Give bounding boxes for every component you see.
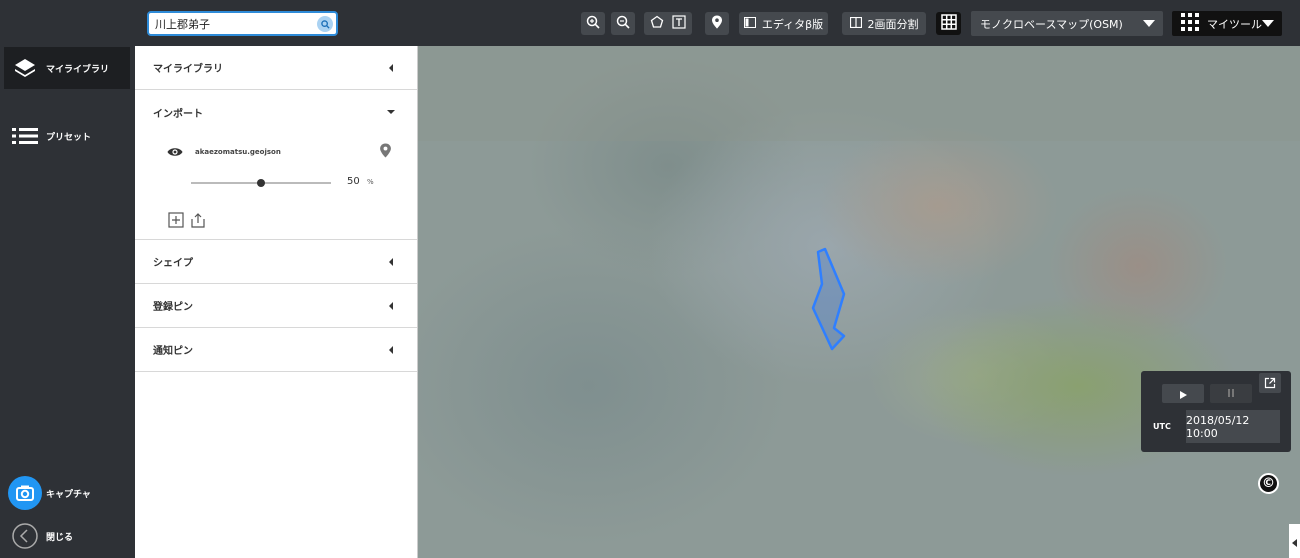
section-notification-pins[interactable]: 通知ピン — [135, 328, 417, 372]
zoom-out-icon — [616, 15, 630, 32]
datetime-display[interactable]: 2018/05/12 10:00 — [1186, 410, 1280, 443]
editor-beta-label: エディタβ版 — [761, 17, 824, 31]
opacity-value: 50 — [347, 176, 360, 187]
zoom-in-icon — [586, 15, 600, 32]
mytools-menu[interactable]: マイツール — [1172, 11, 1282, 36]
layer-row: akaezomatsu.geojson — [167, 142, 397, 162]
grid-icon — [940, 14, 957, 33]
pause-button[interactable] — [1210, 384, 1252, 403]
caret-left-icon — [389, 346, 393, 354]
caret-down-icon — [387, 110, 395, 114]
export-icon[interactable] — [190, 212, 206, 232]
section-title: 通知ピン — [153, 346, 193, 357]
caret-left-icon — [389, 302, 393, 310]
geojson-polygon — [811, 247, 846, 351]
split-screen-icon — [849, 16, 862, 31]
opacity-slider[interactable] — [191, 179, 331, 187]
text-box-icon[interactable] — [672, 15, 686, 32]
caret-left-icon — [389, 64, 393, 72]
basemap-label: モノクロベースマップ(OSM) — [980, 17, 1123, 31]
zoom-in-button[interactable] — [581, 12, 605, 35]
pause-icon — [1228, 388, 1234, 399]
utc-label: UTC — [1153, 422, 1171, 431]
section-title: 登録ピン — [153, 302, 193, 313]
section-registered-pins[interactable]: 登録ピン — [135, 284, 417, 328]
map-pin-icon[interactable] — [379, 142, 392, 163]
caret-down-icon — [1143, 20, 1155, 27]
nav-item-my-library[interactable]: マイライブラリ — [4, 47, 130, 89]
search-input[interactable] — [149, 13, 309, 35]
eye-icon[interactable] — [167, 143, 183, 162]
play-button[interactable] — [1162, 384, 1204, 403]
draw-tools-group — [644, 12, 692, 35]
split-screen-button[interactable]: 2画面分割 — [842, 12, 926, 35]
basemap-select[interactable]: モノクロベースマップ(OSM) — [971, 11, 1163, 36]
capture-label: キャプチャ — [46, 489, 91, 500]
popout-button[interactable] — [1259, 373, 1281, 393]
library-panel: マイライブラリ インポート akaezomatsu.geojson 50 % シ… — [135, 46, 418, 558]
satellite-map[interactable] — [418, 46, 1300, 558]
opacity-unit: % — [367, 178, 374, 186]
left-nav: マイライブラリ プリセット キャプチャ 閉じる — [0, 0, 135, 558]
time-control: UTC 2018/05/12 10:00 — [1141, 371, 1291, 452]
close-label: 閉じる — [46, 532, 74, 543]
editor-icon — [743, 16, 756, 31]
section-title: インポート — [153, 108, 203, 120]
import-body: akaezomatsu.geojson 50 % — [135, 134, 417, 240]
slider-knob[interactable] — [257, 179, 265, 187]
search-icon[interactable] — [317, 16, 333, 32]
section-my-library[interactable]: マイライブラリ — [135, 46, 417, 90]
nav-item-label: プリセット — [46, 132, 92, 143]
apps-grid-icon — [1181, 13, 1199, 34]
section-title: シェイプ — [153, 258, 193, 269]
nav-item-label: マイライブラリ — [46, 64, 110, 75]
search-box — [147, 11, 338, 36]
list-icon — [4, 127, 46, 145]
layer-name: akaezomatsu.geojson — [195, 148, 281, 156]
map-pin-icon — [711, 15, 723, 32]
external-link-icon — [1264, 374, 1276, 393]
camera-icon — [4, 476, 46, 510]
caret-left-icon — [1292, 532, 1297, 551]
grid-button[interactable] — [936, 12, 961, 35]
copyright-icon[interactable]: © — [1258, 473, 1279, 494]
nav-item-presets[interactable]: プリセット — [4, 115, 130, 157]
section-import[interactable]: インポート — [135, 90, 417, 134]
split-screen-label: 2画面分割 — [867, 17, 919, 31]
capture-button[interactable]: キャプチャ — [4, 472, 130, 514]
caret-down-icon — [1262, 20, 1274, 27]
collapse-right-button[interactable] — [1289, 524, 1300, 558]
section-title: マイライブラリ — [153, 64, 223, 75]
chevron-left-icon — [4, 523, 46, 549]
mytools-label: マイツール — [1207, 17, 1262, 31]
add-layer-icon[interactable] — [168, 212, 184, 232]
polygon-icon[interactable] — [650, 15, 664, 32]
caret-left-icon — [389, 258, 393, 266]
zoom-out-button[interactable] — [611, 12, 635, 35]
section-shapes[interactable]: シェイプ — [135, 240, 417, 284]
close-button[interactable]: 閉じる — [4, 515, 130, 557]
editor-beta-button[interactable]: エディタβ版 — [739, 12, 828, 35]
play-icon — [1179, 384, 1187, 403]
polygon-overlay — [811, 247, 846, 351]
layers-icon — [4, 56, 46, 80]
pin-button[interactable] — [705, 12, 729, 35]
top-toolbar: エディタβ版 2画面分割 モノクロベースマップ(OSM) マイツール — [135, 0, 1300, 46]
